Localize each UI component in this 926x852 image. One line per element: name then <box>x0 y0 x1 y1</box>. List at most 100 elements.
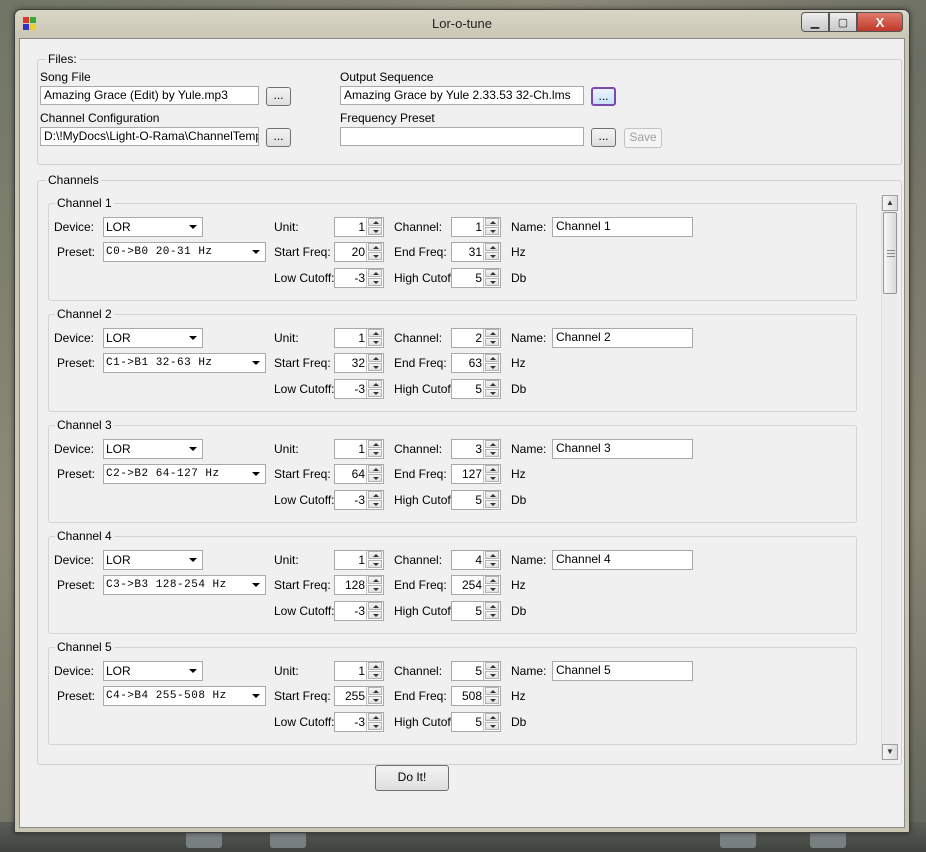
channel-name-field[interactable]: Channel 4 <box>552 550 693 570</box>
spin-arrows-icon[interactable] <box>366 602 383 620</box>
preset-select[interactable]: C3->B3 128-254 Hz <box>103 575 266 595</box>
spin-arrows-icon[interactable] <box>366 551 383 569</box>
save-preset-button[interactable]: Save <box>624 128 662 148</box>
scrollbar-thumb[interactable] <box>883 212 897 294</box>
unit-stepper[interactable]: 1 <box>334 661 384 681</box>
do-it-button[interactable]: Do It! <box>375 765 449 791</box>
unit-stepper[interactable]: 1 <box>334 328 384 348</box>
spin-arrows-icon[interactable] <box>483 576 500 594</box>
end-freq-stepper[interactable]: 254 <box>451 575 501 595</box>
spin-arrows-icon[interactable] <box>483 491 500 509</box>
unit-stepper[interactable]: 1 <box>334 217 384 237</box>
spin-arrows-icon[interactable] <box>366 380 383 398</box>
start-freq-stepper[interactable]: 20 <box>334 242 384 262</box>
channel-stepper[interactable]: 2 <box>451 328 501 348</box>
low-cutoff-stepper[interactable]: -3 <box>334 712 384 732</box>
channel-name-field[interactable]: Channel 2 <box>552 328 693 348</box>
start-freq-stepper[interactable]: 128 <box>334 575 384 595</box>
spin-arrows-icon[interactable] <box>483 687 500 705</box>
channel-name-field[interactable]: Channel 3 <box>552 439 693 459</box>
low-cutoff-stepper[interactable]: -3 <box>334 379 384 399</box>
spin-arrows-icon[interactable] <box>483 551 500 569</box>
preset-select[interactable]: C2->B2 64-127 Hz <box>103 464 266 484</box>
scroll-down-icon[interactable]: ▼ <box>882 744 898 760</box>
spin-arrows-icon[interactable] <box>483 218 500 236</box>
unit-stepper[interactable]: 1 <box>334 550 384 570</box>
preset-select[interactable]: C4->B4 255-508 Hz <box>103 686 266 706</box>
spin-arrows-icon[interactable] <box>483 243 500 261</box>
end-freq-stepper[interactable]: 127 <box>451 464 501 484</box>
spin-arrows-icon[interactable] <box>366 576 383 594</box>
high-cutoff-stepper[interactable]: 5 <box>451 379 501 399</box>
spin-arrows-icon[interactable] <box>366 269 383 287</box>
end-freq-stepper[interactable]: 508 <box>451 686 501 706</box>
channel-stepper[interactable]: 5 <box>451 661 501 681</box>
spin-arrows-icon[interactable] <box>366 713 383 731</box>
preset-select[interactable]: C1->B1 32-63 Hz <box>103 353 266 373</box>
channel-stepper[interactable]: 1 <box>451 217 501 237</box>
low-cutoff-label: Low Cutoff: <box>274 604 335 618</box>
frequency-preset-field[interactable] <box>340 127 584 146</box>
channel-name-field[interactable]: Channel 5 <box>552 661 693 681</box>
end-freq-stepper[interactable]: 63 <box>451 353 501 373</box>
start-freq-stepper[interactable]: 64 <box>334 464 384 484</box>
channel-name-field[interactable]: Channel 1 <box>552 217 693 237</box>
start-freq-stepper[interactable]: 255 <box>334 686 384 706</box>
high-cutoff-stepper[interactable]: 5 <box>451 712 501 732</box>
channel-config-field[interactable]: D:\!MyDocs\Light-O-Rama\ChannelTemplate <box>40 127 259 146</box>
spin-arrows-icon[interactable] <box>366 440 383 458</box>
channel-config-browse-button[interactable]: ... <box>266 128 291 147</box>
high-cutoff-stepper[interactable]: 5 <box>451 490 501 510</box>
spin-arrows-icon[interactable] <box>366 218 383 236</box>
low-cutoff-stepper[interactable]: -3 <box>334 268 384 288</box>
device-select[interactable]: LOR <box>103 550 203 570</box>
song-file-field[interactable]: Amazing Grace (Edit) by Yule.mp3 <box>40 86 259 105</box>
spin-arrows-icon[interactable] <box>366 465 383 483</box>
spin-arrows-icon[interactable] <box>483 329 500 347</box>
spin-arrows-icon[interactable] <box>366 354 383 372</box>
device-select[interactable]: LOR <box>103 661 203 681</box>
close-button[interactable]: X <box>857 12 903 32</box>
high-cutoff-stepper[interactable]: 5 <box>451 601 501 621</box>
high-cutoff-stepper[interactable]: 5 <box>451 268 501 288</box>
spin-arrows-icon[interactable] <box>483 465 500 483</box>
hz-unit-label: Hz <box>511 578 526 592</box>
low-cutoff-label: Low Cutoff: <box>274 382 335 396</box>
channel-stepper[interactable]: 3 <box>451 439 501 459</box>
output-sequence-browse-button[interactable]: ... <box>591 87 616 106</box>
chevron-down-icon <box>252 583 260 587</box>
start-freq-stepper[interactable]: 32 <box>334 353 384 373</box>
frequency-preset-browse-button[interactable]: ... <box>591 128 616 147</box>
channels-scroll-area[interactable]: Channel 1 Device: Preset: Unit: Start Freq: L… <box>40 195 878 760</box>
song-file-browse-button[interactable]: ... <box>266 87 291 106</box>
spin-arrows-icon[interactable] <box>483 269 500 287</box>
scroll-up-icon[interactable]: ▲ <box>882 195 898 211</box>
preset-select[interactable]: C0->B0 20-31 Hz <box>103 242 266 262</box>
spin-arrows-icon[interactable] <box>366 329 383 347</box>
spin-arrows-icon[interactable] <box>366 687 383 705</box>
spin-arrows-icon[interactable] <box>483 354 500 372</box>
channel-stepper[interactable]: 4 <box>451 550 501 570</box>
device-select[interactable]: LOR <box>103 328 203 348</box>
title-bar[interactable]: Lor-o-tune ▁ ▢ X <box>15 10 909 36</box>
spin-arrows-icon[interactable] <box>483 713 500 731</box>
end-freq-stepper[interactable]: 31 <box>451 242 501 262</box>
spin-arrows-icon[interactable] <box>366 662 383 680</box>
device-select[interactable]: LOR <box>103 217 203 237</box>
minimize-button[interactable]: ▁ <box>801 12 829 32</box>
output-sequence-field[interactable]: Amazing Grace by Yule 2.33.53 32-Ch.lms <box>340 86 584 105</box>
unit-label: Unit: <box>274 331 299 345</box>
spin-arrows-icon[interactable] <box>483 602 500 620</box>
spin-arrows-icon[interactable] <box>366 491 383 509</box>
hz-unit-label: Hz <box>511 245 526 259</box>
low-cutoff-stepper[interactable]: -3 <box>334 601 384 621</box>
spin-arrows-icon[interactable] <box>483 662 500 680</box>
vertical-scrollbar[interactable]: ▲ ▼ <box>881 195 898 760</box>
maximize-button[interactable]: ▢ <box>829 12 857 32</box>
low-cutoff-stepper[interactable]: -3 <box>334 490 384 510</box>
spin-arrows-icon[interactable] <box>483 380 500 398</box>
spin-arrows-icon[interactable] <box>366 243 383 261</box>
device-select[interactable]: LOR <box>103 439 203 459</box>
spin-arrows-icon[interactable] <box>483 440 500 458</box>
unit-stepper[interactable]: 1 <box>334 439 384 459</box>
